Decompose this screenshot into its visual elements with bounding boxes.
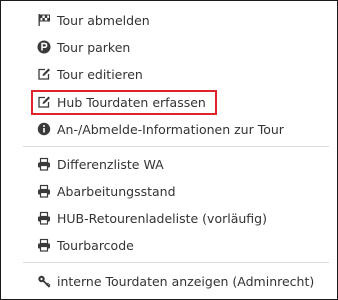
menu-item-label: Abarbeitungsstand [57, 183, 176, 199]
parking-icon [37, 40, 51, 54]
menu-item-tourbarcode[interactable]: Tourbarcode [37, 234, 134, 256]
menu-item-tour-abmelden[interactable]: Tour abmelden [37, 9, 150, 31]
menu-item-an-abmelde-informationen[interactable]: An-/Abmelde-Informationen zur Tour [37, 118, 284, 140]
menu-item-label: Tour parken [57, 39, 131, 55]
print-icon [37, 211, 51, 225]
print-icon [37, 184, 51, 198]
edit-icon [37, 95, 51, 109]
menu-item-interne-tourdaten[interactable]: interne Tourdaten anzeigen (Adminrecht) [37, 270, 314, 292]
edit-icon [37, 67, 51, 81]
menu-item-label: Differenzliste WA [57, 156, 164, 172]
menu-divider [23, 146, 329, 147]
menu-divider [23, 262, 329, 263]
key-icon [37, 274, 51, 288]
menu-item-differenzliste-wa[interactable]: Differenzliste WA [37, 153, 164, 175]
print-icon [37, 157, 51, 171]
menu-item-abarbeitungsstand[interactable]: Abarbeitungsstand [37, 180, 176, 202]
menu-item-tour-editieren[interactable]: Tour editieren [37, 63, 143, 85]
menu-item-label: Hub Tourdaten erfassen [57, 94, 206, 110]
menu-item-label: Tourbarcode [57, 237, 134, 253]
menu-item-label: HUB-Retourenladeliste (vorläufig) [57, 210, 267, 226]
menu-item-label: Tour editieren [57, 66, 143, 82]
menu-item-tour-parken[interactable]: Tour parken [37, 36, 130, 58]
menu-item-hub-tourdaten-erfassen[interactable]: Hub Tourdaten erfassen [37, 91, 206, 113]
print-icon [37, 238, 51, 252]
info-circle-icon [37, 122, 51, 136]
dropdown-menu: Tour abmelden Tour parken Tour editieren [0, 0, 338, 300]
menu-item-label: Tour abmelden [57, 12, 150, 28]
menu-item-hub-retourenladeliste[interactable]: HUB-Retourenladeliste (vorläufig) [37, 207, 267, 229]
menu-item-label: interne Tourdaten anzeigen (Adminrecht) [57, 273, 315, 289]
menu-item-label: An-/Abmelde-Informationen zur Tour [57, 121, 284, 137]
flag-checkered-icon [37, 13, 51, 27]
